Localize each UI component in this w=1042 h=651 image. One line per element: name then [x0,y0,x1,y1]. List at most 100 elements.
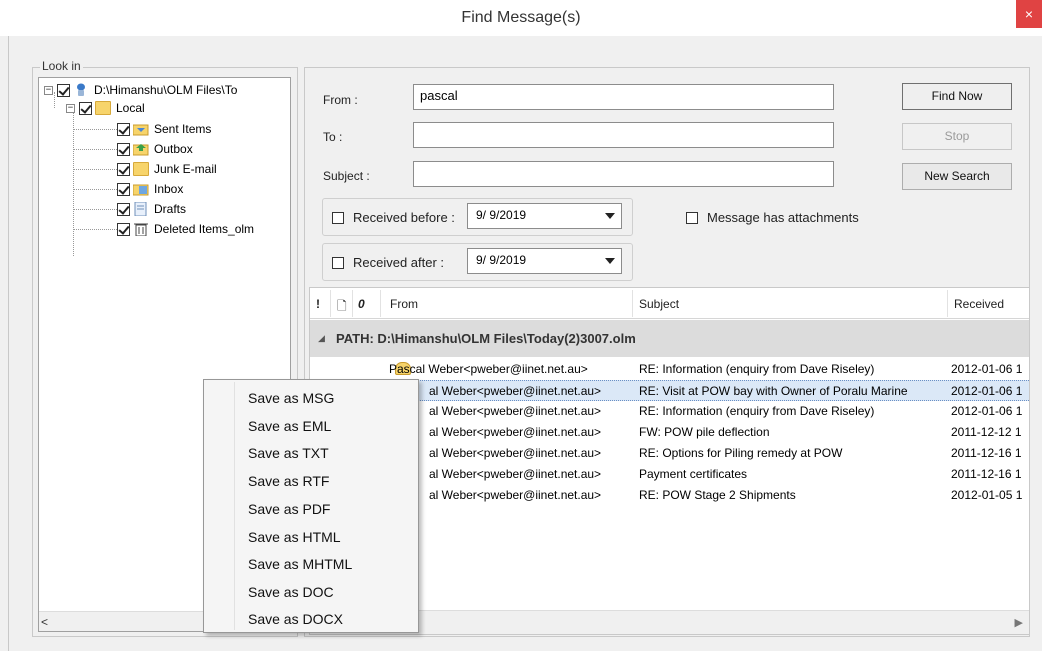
stop-button[interactable]: Stop [902,123,1012,150]
received-before-label: Received before : [353,210,455,225]
row-from: Pascal Weber<pweber@iinet.net.au> [389,362,588,376]
tree-item-label: Inbox [154,182,184,196]
tree-item-outbox[interactable]: Outbox [117,140,193,158]
row-received: 2012-01-06 1 [951,404,1023,418]
tree-checkbox[interactable] [117,142,130,156]
dropdown-arrow-icon[interactable] [605,213,615,219]
tree-guide-line [74,229,117,230]
menu-item-save-rtf[interactable]: Save as RTF [248,473,329,489]
tree-item-label: Deleted Items_olm [154,222,255,236]
window-left-border [8,36,9,651]
tree-checkbox[interactable] [117,202,130,216]
collapse-icon[interactable]: − [66,103,75,113]
folder-icon [95,101,111,115]
received-after-label: Received after : [353,255,445,270]
row-received: 2011-12-16 1 [951,467,1022,481]
new-search-button[interactable]: New Search [902,163,1012,190]
has-attachments-label: Message has attachments [707,210,859,225]
window-title: Find Message(s) [461,9,581,26]
tree-item-sent[interactable]: Sent Items [117,120,211,138]
row-subject: RE: Information (enquiry from Dave Risel… [639,404,875,418]
tree-guide-line [74,209,117,210]
tree-item-label: Junk E-mail [154,162,217,176]
menu-item-save-msg[interactable]: Save as MSG [248,390,334,406]
find-messages-window: Find Message(s) × Look in − D:\Himanshu\… [0,0,1042,651]
collapse-icon[interactable]: − [44,85,53,95]
sent-items-icon [132,122,149,136]
tree-item-label: Drafts [154,202,187,216]
scroll-left-icon[interactable]: < [41,615,48,629]
received-before-date-picker[interactable]: 9/ 9/2019 [467,203,622,229]
subject-input[interactable] [413,161,834,187]
trash-icon [133,222,149,237]
tree-item-local[interactable]: − Local [66,99,145,117]
attachment-column-icon[interactable]: 0 [358,297,365,311]
row-from: al Weber<pweber@iinet.net.au> [429,404,602,418]
row-from: al Weber<pweber@iinet.net.au> [429,384,602,398]
tree-item-inbox[interactable]: Inbox [117,180,183,198]
menu-gutter [234,382,235,630]
row-received: 2012-01-05 1 [951,488,1023,502]
tree-guide-line [74,129,117,130]
received-before-date: 9/ 9/2019 [476,208,527,222]
menu-item-save-pdf[interactable]: Save as PDF [248,501,330,517]
inbox-icon [132,182,149,196]
scroll-right-icon[interactable]: ▶ [1015,616,1023,629]
group-path-label: PATH: D:\Himanshu\OLM Files\Today(2)3007… [336,331,636,346]
item-type-column-icon[interactable]: 🗋 [337,297,347,318]
subject-column-header[interactable]: Subject [639,297,679,311]
to-input[interactable] [413,122,834,148]
dropdown-arrow-icon[interactable] [605,258,615,264]
tree-checkbox[interactable] [117,182,130,196]
row-from: al Weber<pweber@iinet.net.au> [429,467,602,481]
menu-item-save-html[interactable]: Save as HTML [248,529,341,545]
received-before-checkbox[interactable] [332,212,344,224]
received-column-header[interactable]: Received [954,297,1004,311]
column-separator [632,290,633,317]
menu-item-save-docx[interactable]: Save as DOCX [248,611,343,627]
find-now-button[interactable]: Find Now [902,83,1012,110]
folder-icon [133,162,149,176]
received-after-date: 9/ 9/2019 [476,253,527,267]
tree-checkbox[interactable] [79,101,92,115]
received-after-checkbox[interactable] [332,257,344,269]
tree-item-drafts[interactable]: Drafts [117,200,186,218]
row-from: al Weber<pweber@iinet.net.au> [429,488,602,502]
menu-item-save-mhtml[interactable]: Save as MHTML [248,556,352,572]
menu-item-save-txt[interactable]: Save as TXT [248,445,329,461]
from-input[interactable]: pascal [413,84,834,110]
outbox-icon [132,142,149,156]
tree-checkbox[interactable] [117,222,130,236]
tree-guide-line [74,169,117,170]
drive-icon [73,83,89,97]
subject-label: Subject : [323,169,370,183]
from-label: From : [323,93,358,107]
from-column-header[interactable]: From [390,297,418,311]
has-attachments-checkbox[interactable] [686,212,698,224]
tree-checkbox[interactable] [117,122,130,136]
importance-column-icon[interactable]: ! [316,297,320,311]
message-row[interactable]: Pascal Weber<pweber@iinet.net.au> RE: In… [310,359,1029,380]
row-received: 2011-12-12 1 [951,425,1022,439]
row-subject: RE: Options for Piling remedy at POW [639,446,843,460]
row-subject: FW: POW pile deflection [639,425,770,439]
tree-item-root[interactable]: − D:\Himanshu\OLM Files\To [44,81,237,99]
row-from: al Weber<pweber@iinet.net.au> [429,425,602,439]
tree-item-junk[interactable]: Junk E-mail [117,160,217,178]
row-subject: RE: Visit at POW bay with Owner of Poral… [639,384,908,398]
row-from: al Weber<pweber@iinet.net.au> [429,446,602,460]
collapse-group-icon[interactable]: ◢ [318,333,325,344]
tree-item-label: Outbox [154,142,193,156]
drafts-icon [133,201,149,217]
tree-item-deleted[interactable]: Deleted Items_olm [117,220,254,238]
close-button[interactable]: × [1016,0,1042,28]
menu-item-save-doc[interactable]: Save as DOC [248,584,334,600]
menu-item-save-eml[interactable]: Save as EML [248,418,331,434]
received-after-date-picker[interactable]: 9/ 9/2019 [467,248,622,274]
group-path-row[interactable]: ◢ PATH: D:\Himanshu\OLM Files\Today(2)30… [310,320,1029,357]
tree-guide-line [74,149,117,150]
tree-item-label: D:\Himanshu\OLM Files\To [94,83,238,97]
to-label: To : [323,130,343,144]
tree-checkbox[interactable] [57,83,70,97]
tree-checkbox[interactable] [117,162,130,176]
